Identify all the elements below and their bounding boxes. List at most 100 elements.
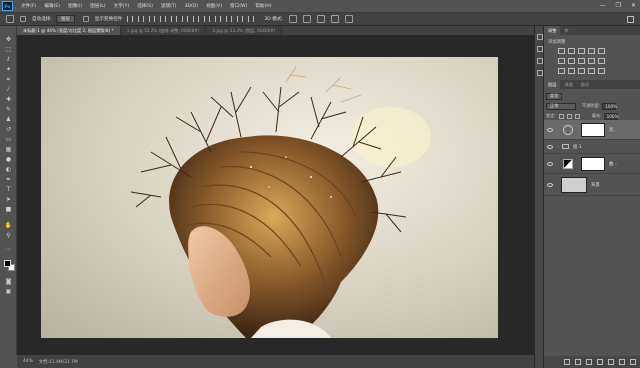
layer-style-icon[interactable] [575, 359, 581, 365]
move-icon[interactable]: ✥ [4, 36, 13, 43]
brush-icon[interactable]: ✎ [4, 106, 13, 113]
hand-icon[interactable]: ✋ [4, 222, 13, 229]
minimize-icon[interactable]: — [600, 2, 606, 9]
tab-paths[interactable]: 路径 [577, 80, 593, 89]
auto-select-dropdown[interactable]: 图层 [55, 15, 75, 23]
exposure-icon[interactable] [588, 48, 595, 54]
canvas-area[interactable] [17, 35, 534, 355]
align-hcenter-icon[interactable] [171, 16, 178, 22]
layer-name[interactable]: 曲... [609, 161, 618, 167]
tab-document-3[interactable]: 2.jpg @ 33.3% (图层, RGB/8#) [206, 26, 283, 35]
opacity-field[interactable]: 100% [602, 102, 617, 110]
tab-channels[interactable]: 通道 [560, 80, 576, 89]
document-info[interactable]: 文档:11.4M/31.7M [39, 359, 78, 365]
3d-slide-icon[interactable] [330, 15, 339, 23]
group-expand-chevron-icon[interactable]: › [557, 144, 559, 150]
lock-all-icon[interactable] [574, 113, 580, 119]
pen-icon[interactable]: ✒ [4, 176, 13, 183]
show-transform-checkbox[interactable] [82, 16, 89, 22]
maximize-icon[interactable]: ❐ [616, 2, 621, 9]
clone-stamp-icon[interactable]: ♟ [4, 116, 13, 123]
curves-icon[interactable] [578, 48, 585, 54]
color-balance-icon[interactable] [568, 58, 575, 64]
new-layer-icon[interactable] [619, 359, 625, 365]
tab-adjustments[interactable]: 调整 [544, 26, 561, 35]
selective-color-icon[interactable] [598, 68, 605, 74]
tab-libraries[interactable]: 库 [560, 26, 572, 35]
layer-name[interactable]: 亮... [609, 127, 618, 133]
black-white-icon[interactable] [578, 58, 585, 64]
healing-icon[interactable]: ✚ [4, 96, 13, 103]
screen-mode-icon[interactable]: ▣ [4, 288, 13, 295]
levels-icon[interactable] [568, 48, 575, 54]
layer-mask-thumbnail[interactable] [581, 156, 605, 171]
menu-select[interactable]: 选择(S) [137, 3, 153, 9]
menu-file[interactable]: 文件(F) [21, 3, 36, 9]
channel-mixer-icon[interactable] [598, 58, 605, 64]
zoom-icon[interactable]: ⚲ [4, 232, 13, 239]
eyedropper-icon[interactable]: ⁄ [4, 86, 13, 93]
menu-layer[interactable]: 图层(L) [90, 3, 105, 9]
layer-mask-thumbnail[interactable] [581, 122, 605, 137]
blend-mode-dropdown[interactable]: 正常 [546, 102, 576, 110]
menu-edit[interactable]: 编辑(E) [44, 3, 60, 9]
distribute-vcenter-icon[interactable] [204, 16, 211, 22]
crop-icon[interactable]: ⌗ [4, 76, 13, 83]
link-layers-icon[interactable] [564, 359, 570, 365]
lock-position-icon[interactable] [566, 113, 572, 119]
path-select-icon[interactable]: ➤ [4, 196, 13, 203]
quick-mask-icon[interactable]: ◙ [4, 278, 13, 285]
paragraph-panel-icon[interactable] [537, 70, 543, 76]
layer-row[interactable]: › 组 1 [544, 140, 640, 154]
gradient-icon[interactable]: ▦ [4, 146, 13, 153]
new-adjustment-icon[interactable] [597, 359, 603, 365]
distribute-right-icon[interactable] [248, 16, 255, 22]
menu-window[interactable]: 窗口(W) [230, 3, 247, 9]
type-icon[interactable]: T [4, 186, 13, 193]
align-vcenter-icon[interactable] [138, 16, 145, 22]
visibility-eye-icon[interactable] [547, 161, 553, 166]
layer-name[interactable]: 背景 [591, 182, 600, 188]
menu-view[interactable]: 视图(V) [206, 3, 222, 9]
tab-document-1[interactable]: 未标题-1 @ 44% (亮度/对比度 2, 图层蒙版/8) * [17, 26, 121, 35]
lasso-icon[interactable]: ℓ [4, 56, 13, 63]
invert-icon[interactable] [558, 68, 565, 74]
threshold-icon[interactable] [578, 68, 585, 74]
auto-select-checkbox[interactable] [20, 16, 26, 22]
tab-layers[interactable]: 图层 [544, 80, 561, 89]
layer-name[interactable]: 组 1 [573, 144, 582, 150]
add-mask-icon[interactable] [586, 359, 592, 365]
brightness-contrast-icon[interactable] [558, 48, 565, 54]
posterize-icon[interactable] [568, 68, 575, 74]
visibility-eye-icon[interactable] [547, 144, 553, 149]
align-bottom-icon[interactable] [149, 16, 156, 22]
history-panel-icon[interactable] [537, 34, 543, 40]
menu-type[interactable]: 文字(Y) [114, 3, 130, 9]
character-panel-icon[interactable] [537, 58, 543, 64]
visibility-eye-icon[interactable] [547, 127, 553, 132]
photo-filter-icon[interactable] [588, 58, 595, 64]
move-tool-preset-icon[interactable] [6, 15, 14, 23]
hue-saturation-icon[interactable] [558, 58, 565, 64]
new-group-icon[interactable] [608, 359, 614, 365]
vibrance-icon[interactable] [598, 48, 605, 54]
history-brush-icon[interactable]: ↺ [4, 126, 13, 133]
marquee-icon[interactable]: ⬚ [4, 46, 13, 53]
gradient-map-icon[interactable] [588, 68, 595, 74]
eraser-icon[interactable]: ▭ [4, 136, 13, 143]
layer-row[interactable]: 亮... [544, 120, 640, 140]
menu-help[interactable]: 帮助(H) [255, 3, 271, 9]
distribute-hcenter-icon[interactable] [237, 16, 244, 22]
background-thumbnail[interactable] [561, 176, 587, 193]
foreground-color-swatch[interactable] [4, 260, 11, 267]
canvas-image[interactable] [41, 57, 498, 338]
layer-row[interactable]: 背景 [544, 174, 640, 196]
fill-field[interactable]: 100% [603, 112, 619, 120]
distribute-top-icon[interactable] [193, 16, 200, 22]
tab-document-2[interactable]: 1.jpg @ 53.2% (曲线 调整, RGB/8#) [120, 26, 207, 35]
visibility-eye-icon[interactable] [547, 182, 553, 187]
menu-filter[interactable]: 滤镜(T) [161, 3, 177, 9]
align-top-icon[interactable] [127, 16, 134, 22]
distribute-bottom-icon[interactable] [215, 16, 222, 22]
align-left-icon[interactable] [160, 16, 167, 22]
